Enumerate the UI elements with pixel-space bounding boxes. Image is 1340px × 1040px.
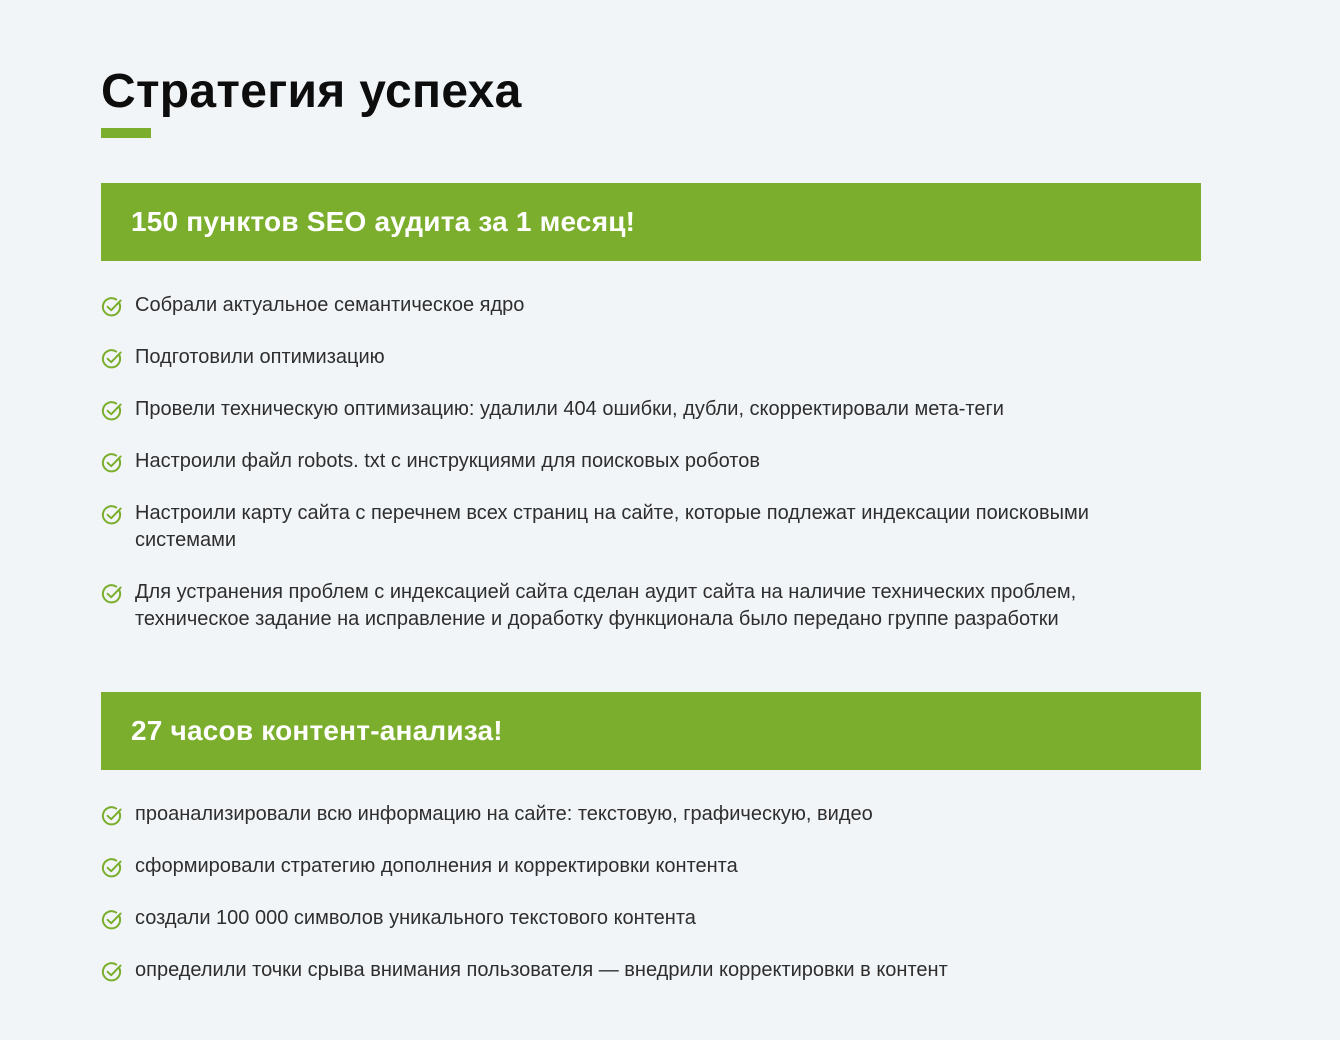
check-circle-icon	[101, 806, 122, 826]
page: Стратегия успеха 150 пунктов SEO аудита …	[0, 0, 1340, 1040]
list-item: Собрали актуальное семантическое ядро	[101, 292, 1115, 319]
check-circle-icon	[101, 910, 122, 930]
checklist: Собрали актуальное семантическое ядро По…	[101, 292, 1201, 633]
title-underline	[101, 128, 151, 138]
list-item-text: Подготовили оптимизацию	[135, 346, 385, 368]
list-item-text: Настроили файл robots. txt с инструкциям…	[135, 450, 760, 472]
list-item: Настроили карту сайта с перечнем всех ст…	[101, 500, 1115, 554]
check-circle-icon	[101, 858, 122, 878]
check-circle-icon	[101, 584, 122, 604]
check-circle-icon	[101, 401, 122, 421]
list-item-text: создали 100 000 символов уникального тек…	[135, 907, 696, 929]
list-item-text: Настроили карту сайта с перечнем всех ст…	[135, 502, 1089, 551]
check-circle-icon	[101, 349, 122, 369]
page-title: Стратегия успеха	[101, 65, 522, 118]
list-item-text: сформировали стратегию дополнения и корр…	[135, 855, 738, 877]
check-circle-icon	[101, 962, 122, 982]
section-header: 150 пунктов SEO аудита за 1 месяц!	[101, 183, 1201, 261]
list-item: проанализировали всю информацию на сайте…	[101, 801, 1115, 828]
list-item-text: Провели техническую оптимизацию: удалили…	[135, 398, 1004, 420]
section-header: 27 часов контент-анализа!	[101, 692, 1201, 770]
list-item-text: определили точки срыва внимания пользова…	[135, 959, 948, 981]
list-item: создали 100 000 символов уникального тек…	[101, 905, 1115, 932]
list-item: сформировали стратегию дополнения и корр…	[101, 853, 1115, 880]
list-item: Подготовили оптимизацию	[101, 344, 1115, 371]
check-circle-icon	[101, 297, 122, 317]
check-circle-icon	[101, 453, 122, 473]
list-item: определили точки срыва внимания пользова…	[101, 957, 1115, 984]
list-item-text: Собрали актуальное семантическое ядро	[135, 294, 525, 316]
list-item: Настроили файл robots. txt с инструкциям…	[101, 448, 1115, 475]
section-seo-audit: 150 пунктов SEO аудита за 1 месяц! Собра…	[101, 183, 1201, 658]
section-title: 27 часов контент-анализа!	[131, 715, 503, 746]
section-content-analysis: 27 часов контент-анализа! проанализирова…	[101, 692, 1201, 1009]
check-circle-icon	[101, 505, 122, 525]
list-item: Для устранения проблем с индексацией сай…	[101, 579, 1115, 633]
list-item-text: Для устранения проблем с индексацией сай…	[135, 581, 1077, 630]
checklist: проанализировали всю информацию на сайте…	[101, 801, 1201, 984]
section-title: 150 пунктов SEO аудита за 1 месяц!	[131, 206, 636, 237]
list-item-text: проанализировали всю информацию на сайте…	[135, 803, 873, 825]
list-item: Провели техническую оптимизацию: удалили…	[101, 396, 1115, 423]
